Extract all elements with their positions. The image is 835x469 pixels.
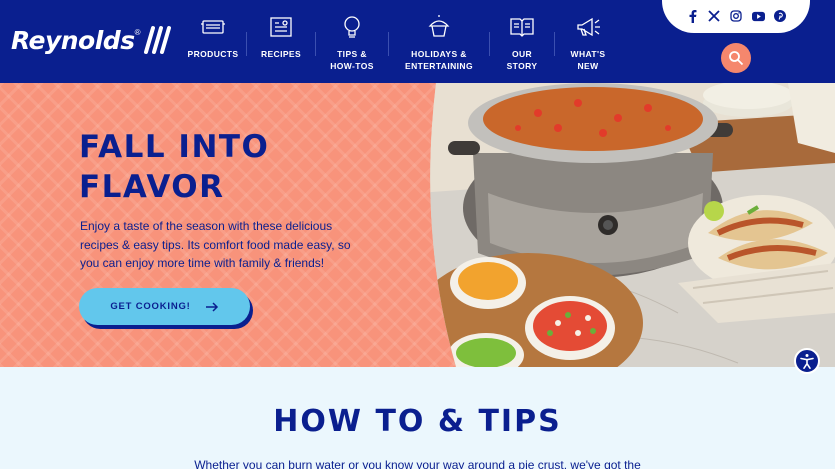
megaphone-icon (574, 12, 602, 42)
instagram-icon[interactable] (730, 10, 743, 23)
open-book-icon (509, 12, 535, 42)
nav-label: WHAT'S NEW (570, 49, 606, 71)
nav-item-our-story[interactable]: OUR STORY (490, 8, 554, 74)
nav-item-recipes[interactable]: RECIPES (247, 8, 315, 74)
slow-cooker-photo (430, 83, 835, 367)
facebook-icon[interactable] (686, 9, 699, 23)
section-description: Whether you can burn water or you know y… (194, 458, 641, 469)
get-cooking-button[interactable]: GET COOKING! (79, 288, 250, 325)
hero-description: Enjoy a taste of the season with these d… (80, 219, 351, 270)
youtube-icon[interactable] (751, 10, 765, 23)
arrow-right-icon (205, 301, 218, 312)
social-links (662, 0, 810, 33)
nav-label: TIPS & HOW-TOS (330, 49, 374, 71)
nav-item-products[interactable]: PRODUCTS (180, 8, 246, 74)
main-nav: PRODUCTS RECIPES TIPS & HOW-TOS HOLIDAYS… (180, 8, 621, 74)
nav-label: HOLIDAYS & ENTERTAINING (405, 49, 473, 71)
nav-item-whats-new[interactable]: WHAT'S NEW (555, 8, 621, 74)
section-title: HOW TO & TIPS (273, 404, 562, 439)
recipe-card-icon (268, 12, 294, 42)
logo-stripes-icon (144, 26, 172, 54)
trademark-symbol: ® (134, 28, 141, 37)
pan-icon (200, 12, 226, 42)
accessibility-icon (800, 354, 814, 369)
cta-label: GET COOKING! (110, 301, 191, 312)
pinterest-icon[interactable] (774, 10, 787, 23)
cupcake-icon (426, 12, 452, 42)
lightbulb-icon (341, 12, 363, 42)
accessibility-button[interactable] (794, 348, 820, 374)
site-header: Reynolds ® PRODUCTS RECIPES TIPS & HOW-T… (0, 0, 835, 83)
hero-title: FALL INTO FLAVOR (79, 129, 270, 205)
search-icon (729, 51, 744, 66)
hero-banner: FALL INTO FLAVOR Enjoy a taste of the se… (0, 83, 835, 367)
nav-item-tips[interactable]: TIPS & HOW-TOS (316, 8, 388, 74)
search-button[interactable] (721, 43, 751, 73)
nav-item-holidays[interactable]: HOLIDAYS & ENTERTAINING (389, 8, 489, 74)
nav-label: PRODUCTS (187, 49, 239, 59)
logo-wordmark: Reynolds (11, 25, 135, 55)
nav-label: OUR STORY (506, 49, 538, 71)
x-icon[interactable] (708, 10, 721, 23)
reynolds-logo[interactable]: Reynolds ® (11, 24, 173, 56)
nav-label: RECIPES (260, 49, 302, 59)
